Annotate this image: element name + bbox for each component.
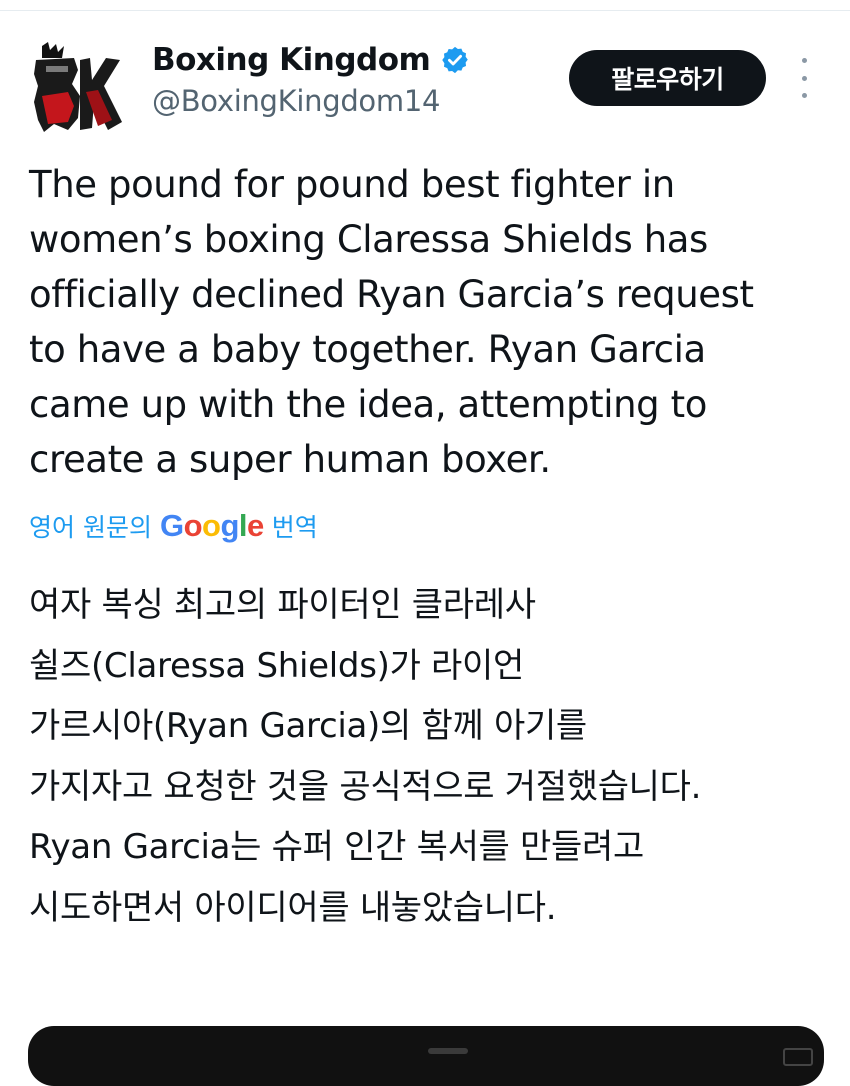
- verified-badge-icon: [442, 46, 469, 74]
- author-block: Boxing Kingdom @BoxingKingdom14: [152, 42, 470, 118]
- translated-text-line: 가르시아(Ryan Garcia)의 함께 아기를: [29, 706, 587, 746]
- top-divider: [0, 0, 850, 11]
- tweet-text-line: create a super human boxer.: [29, 438, 551, 481]
- author-name-row: Boxing Kingdom: [152, 42, 470, 78]
- translated-text-line: 여자 복싱 최고의 파이터인 클라레사: [29, 585, 536, 625]
- more-dot: [801, 75, 807, 81]
- follow-button[interactable]: 팔로우하기: [569, 50, 766, 106]
- more-dot: [801, 58, 807, 63]
- translated-text-line: 쉴즈(Claressa Shields)가 라이언: [29, 645, 524, 686]
- more-vertical-icon[interactable]: [792, 56, 816, 100]
- tweet-text-line: women’s boxing Claressa Shields has: [29, 218, 708, 261]
- translation-suffix: 번역: [271, 513, 318, 542]
- translation-attribution-link[interactable]: 영어 원문의 Google 번역: [29, 508, 318, 544]
- tweet-text-line: to have a baby together. Ryan Garcia: [29, 328, 706, 371]
- translated-text: 여자 복싱 최고의 파이터인 클라레사 쉴즈(Claressa Shields)…: [29, 575, 829, 938]
- translation-prefix: 영어 원문의: [29, 513, 152, 542]
- more-dot: [801, 93, 807, 98]
- media-attachment[interactable]: [28, 1026, 824, 1086]
- translated-text-line: 시도하면서 아이디어를 내놓았습니다.: [29, 887, 557, 928]
- author-handle[interactable]: @BoxingKingdom14: [152, 84, 470, 118]
- avatar[interactable]: [28, 40, 128, 134]
- media-control-icon: [783, 1048, 813, 1066]
- tweet-text: The pound for pound best fighter in wome…: [29, 157, 829, 487]
- tweet-text-line: officially declined Ryan Garcia’s reques…: [29, 273, 754, 316]
- author-name[interactable]: Boxing Kingdom: [152, 42, 431, 78]
- translated-text-line: 가지자고 요청한 것을 공식적으로 거절했습니다.: [29, 766, 702, 807]
- google-logo: Google: [159, 508, 264, 543]
- tweet-text-line: The pound for pound best fighter in: [29, 163, 675, 206]
- media-overlay-mark: [428, 1048, 468, 1054]
- tweet-text-line: came up with the idea, attempting to: [29, 383, 707, 426]
- translated-text-line: Ryan Garcia는 슈퍼 인간 복서를 만들려고: [29, 827, 644, 867]
